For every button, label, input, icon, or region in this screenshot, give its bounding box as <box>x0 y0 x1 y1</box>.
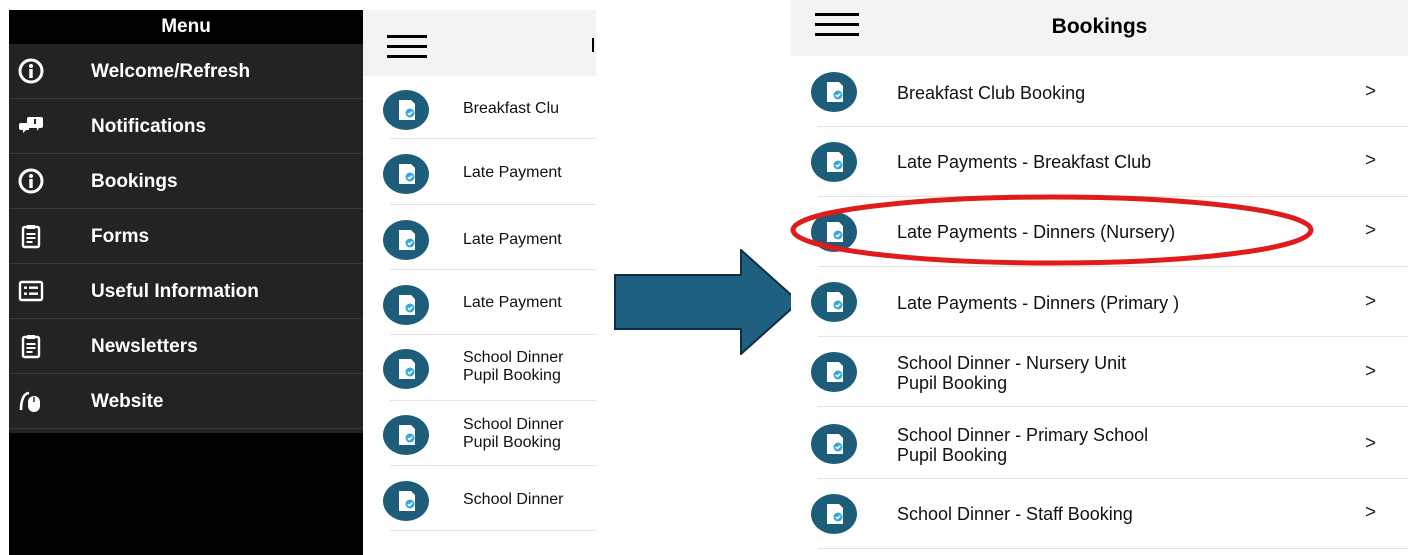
list-item-title: School Dinner <box>463 349 564 366</box>
menu-item-label: Useful Information <box>91 281 259 302</box>
chevron-right-icon: > <box>1365 502 1377 523</box>
menu-title: Menu <box>161 16 211 37</box>
booking-form-icon <box>383 154 429 194</box>
list-card-icon <box>18 280 44 302</box>
list-item-title: Breakfast Clu <box>463 100 560 117</box>
booking-item-title: Late Payments - Dinners (Nursery) <box>897 222 1176 242</box>
clipboard-icon <box>21 335 41 359</box>
divider <box>390 465 596 466</box>
right-arrow-icon <box>614 249 800 355</box>
booking-form-icon <box>811 212 857 252</box>
menu-item-forms[interactable]: Forms <box>9 209 363 264</box>
divider <box>818 336 1408 337</box>
info-circle-icon <box>18 168 44 194</box>
booking-form-icon <box>383 415 429 455</box>
booking-form-icon <box>811 72 857 112</box>
chevron-right-icon: > <box>1365 361 1377 382</box>
list-item-title: Late Payment <box>463 164 562 181</box>
menu-item-bookings[interactable]: Bookings <box>9 154 363 209</box>
booking-form-icon <box>383 481 429 521</box>
chevron-right-icon: > <box>1365 433 1377 454</box>
chevron-right-icon: > <box>1365 291 1377 312</box>
list-item-title: School Dinner <box>463 416 564 433</box>
menu-item-notifications[interactable]: Notifications <box>9 99 363 154</box>
menu-item-label: Notifications <box>91 116 207 137</box>
divider <box>818 266 1408 267</box>
divider <box>390 204 596 205</box>
booking-item-subtitle: Pupil Booking <box>897 445 1008 465</box>
chat-bubbles-icon <box>19 117 43 133</box>
side-menu: Menu Welcome/Refresh Notifications Booki… <box>9 10 363 555</box>
menu-item-website[interactable]: Website <box>9 374 363 429</box>
booking-item-title: Late Payments - Dinners (Primary ) <box>897 293 1180 313</box>
divider <box>390 530 596 531</box>
bookings-screen: Bookings Breakfast Club Booking > Late P… <box>791 0 1408 555</box>
bookings-list-partial: Breakfast Clu Late Payment Late Payment … <box>363 10 596 555</box>
booking-item-title: School Dinner - Staff Booking <box>897 504 1133 524</box>
divider <box>390 400 596 401</box>
menu-item-label: Forms <box>91 226 150 247</box>
divider <box>390 334 596 335</box>
divider <box>818 126 1408 127</box>
booking-form-icon <box>383 349 429 389</box>
booking-item-title: School Dinner - Nursery Unit <box>897 353 1127 373</box>
clipboard-icon <box>21 225 41 249</box>
top-bar: Bookings <box>791 0 1408 56</box>
booking-item-title: Breakfast Club Booking <box>897 83 1086 103</box>
booking-form-icon <box>811 282 857 322</box>
menu-item-label: Newsletters <box>91 336 198 357</box>
divider <box>818 548 1408 549</box>
booking-form-icon <box>811 424 857 464</box>
booking-form-icon <box>383 220 429 260</box>
divider <box>818 406 1408 407</box>
booking-form-icon <box>383 90 429 130</box>
list-item-subtitle: Pupil Booking <box>463 434 561 451</box>
divider <box>818 196 1408 197</box>
chevron-right-icon: > <box>1365 81 1377 102</box>
list-item-title: Late Payment <box>463 231 562 248</box>
booking-form-icon <box>811 494 857 534</box>
booking-item-title: School Dinner - Primary School <box>897 425 1149 445</box>
menu-list: Welcome/Refresh Notifications Bookings F… <box>9 44 363 433</box>
divider <box>390 138 596 139</box>
booking-item-subtitle: Pupil Booking <box>897 373 1008 393</box>
info-circle-icon <box>18 58 44 84</box>
booking-item-title: Late Payments - Breakfast Club <box>897 152 1152 172</box>
page-title-cut-off <box>592 38 594 52</box>
chevron-right-icon: > <box>1365 220 1377 241</box>
menu-item-useful-information[interactable]: Useful Information <box>9 264 363 319</box>
menu-item-label: Bookings <box>91 171 178 192</box>
booking-form-icon <box>811 352 857 392</box>
mouse-click-icon <box>19 391 40 412</box>
menu-item-label: Welcome/Refresh <box>91 61 251 82</box>
booking-form-icon <box>383 285 429 325</box>
top-bar <box>363 10 596 76</box>
list-item-title: School Dinner <box>463 491 564 508</box>
chevron-right-icon: > <box>1365 150 1377 171</box>
hamburger-menu-icon[interactable] <box>387 35 427 59</box>
page-title: Bookings <box>1051 15 1148 38</box>
list-item-title: Late Payment <box>463 294 562 311</box>
list-item-subtitle: Pupil Booking <box>463 367 561 384</box>
booking-form-icon <box>811 142 857 182</box>
menu-item-label: Website <box>91 391 164 412</box>
menu-item-welcome-refresh[interactable]: Welcome/Refresh <box>9 44 363 99</box>
menu-item-newsletters[interactable]: Newsletters <box>9 319 363 374</box>
divider <box>390 269 596 270</box>
divider <box>818 478 1408 479</box>
